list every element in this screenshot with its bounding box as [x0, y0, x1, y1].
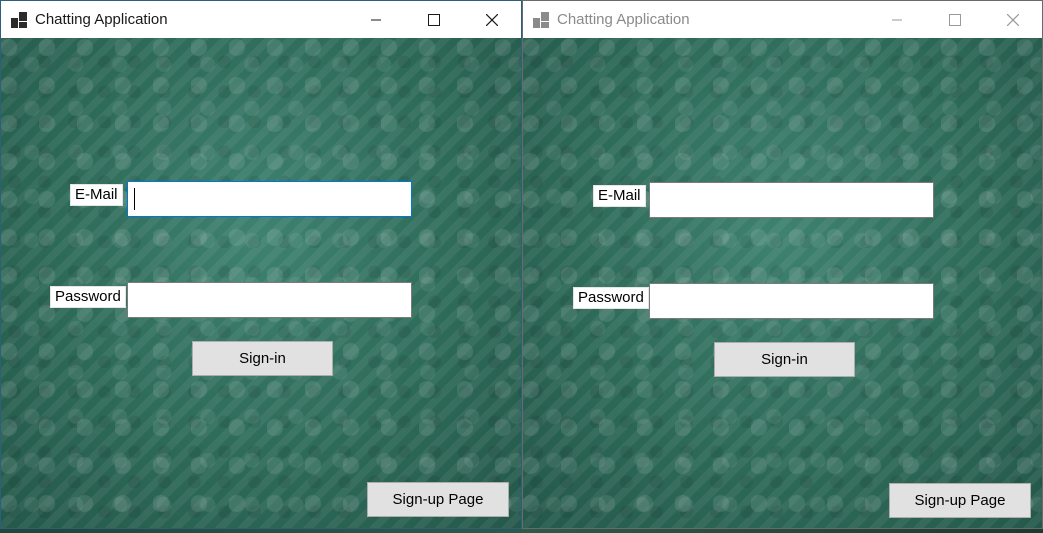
- window-title: Chatting Application: [35, 11, 168, 28]
- email-input[interactable]: [649, 182, 934, 218]
- chat-login-window-right: Chatting Application E-Mail Password Sig…: [522, 0, 1043, 529]
- email-label: E-Mail: [70, 184, 123, 206]
- window-title: Chatting Application: [557, 11, 690, 28]
- maximize-icon: [428, 13, 440, 26]
- minimize-button[interactable]: [868, 1, 926, 38]
- caption-buttons: [347, 1, 521, 38]
- minimize-icon: [892, 19, 902, 20]
- close-button[interactable]: [984, 1, 1042, 38]
- title-bar[interactable]: Chatting Application: [523, 1, 1042, 38]
- password-input[interactable]: [127, 282, 412, 318]
- password-label: Password: [573, 287, 649, 309]
- app-icon[interactable]: [11, 11, 27, 28]
- close-button[interactable]: [463, 1, 521, 38]
- email-input[interactable]: [127, 181, 412, 217]
- minimize-button[interactable]: [347, 1, 405, 38]
- chat-login-window-left: Chatting Application E-Mail Password Sig…: [0, 0, 522, 529]
- title-bar[interactable]: Chatting Application: [1, 1, 521, 38]
- sign-in-button[interactable]: Sign-in: [192, 341, 333, 376]
- maximize-button[interactable]: [405, 1, 463, 38]
- password-input[interactable]: [649, 283, 934, 319]
- login-form: E-Mail Password Sign-in Sign-up Page: [523, 38, 1042, 528]
- sign-up-page-button[interactable]: Sign-up Page: [367, 482, 509, 517]
- minimize-icon: [371, 19, 381, 20]
- sign-up-page-button[interactable]: Sign-up Page: [889, 483, 1031, 518]
- text-caret: [134, 188, 135, 210]
- maximize-icon: [949, 13, 961, 26]
- sign-in-button[interactable]: Sign-in: [714, 342, 855, 377]
- maximize-button[interactable]: [926, 1, 984, 38]
- desktop: Chatting Application E-Mail Password Sig…: [0, 0, 1043, 533]
- password-label: Password: [50, 286, 126, 308]
- login-form: E-Mail Password Sign-in Sign-up Page: [1, 38, 521, 528]
- email-label: E-Mail: [593, 185, 646, 207]
- close-icon: [1007, 13, 1019, 26]
- app-icon[interactable]: [533, 11, 549, 28]
- close-icon: [486, 13, 498, 26]
- caption-buttons: [868, 1, 1042, 38]
